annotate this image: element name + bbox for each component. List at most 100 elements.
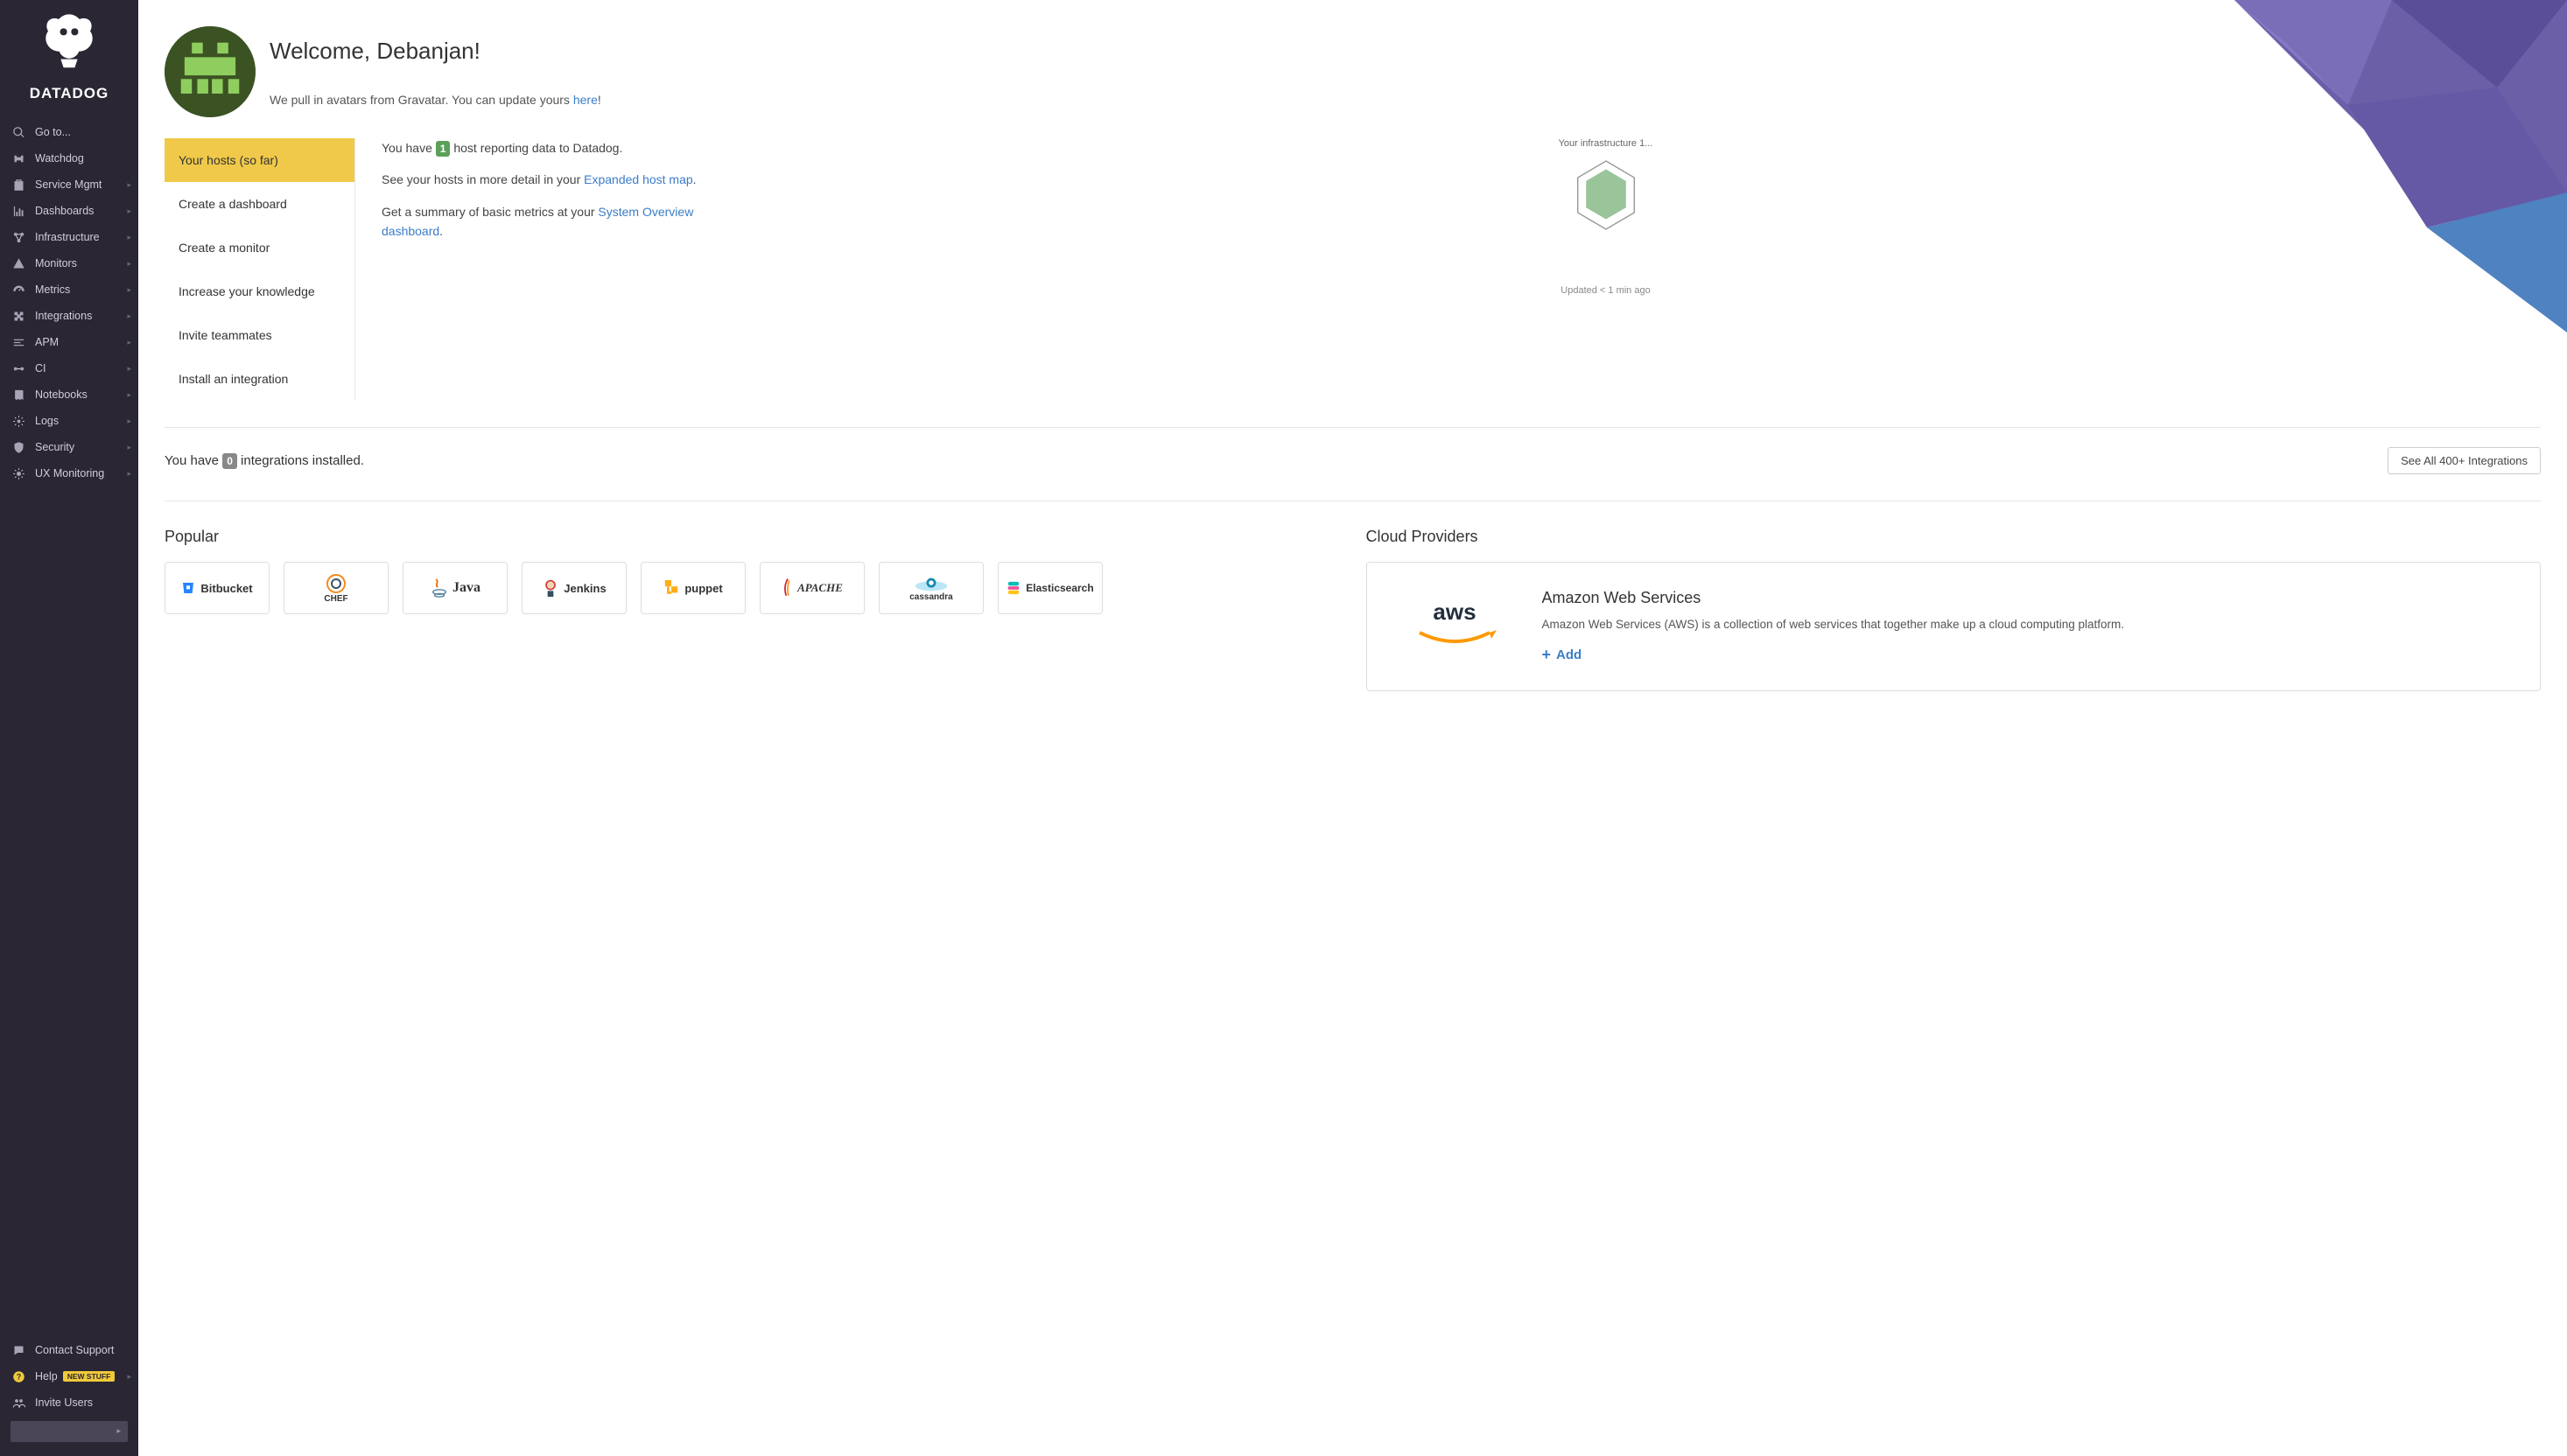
account-switcher[interactable]: ▸ [11,1421,128,1442]
integration-tile-elasticsearch[interactable]: Elasticsearch [998,562,1103,614]
onboard-item-0[interactable]: Your hosts (so far) [165,138,354,182]
integration-tile-bitbucket[interactable]: Bitbucket [165,562,270,614]
chevron-right-icon: ▸ [127,233,131,242]
nav-item-dashboards[interactable]: Dashboards ▸ [0,198,138,224]
chevron-right-icon: ▸ [127,364,131,374]
hexagon-icon [1573,158,1639,233]
nav-item-watchdog[interactable]: Watchdog [0,145,138,172]
users-icon [11,1395,26,1410]
integration-tile-jenkins[interactable]: Jenkins [522,562,627,614]
chevron-right-icon: ▸ [127,443,131,452]
chevron-right-icon: ▸ [127,180,131,190]
nav-item-ux-monitoring[interactable]: UX Monitoring ▸ [0,460,138,486]
cloud-provider-card: aws Amazon Web Services Amazon Web Servi… [1366,562,2542,691]
see-all-integrations-button[interactable]: See All 400+ Integrations [2388,447,2541,474]
nav-main: Go to... Watchdog Service Mgmt▸ Dashboards ▸… [0,116,138,1337]
welcome-subtitle: We pull in avatars from Gravatar. You ca… [270,93,601,107]
ux-icon [11,466,26,481]
nav-label: Watchdog [35,152,84,164]
alert-icon [11,256,26,271]
nav-item-help[interactable]: ?HelpNEW STUFF▸ [0,1363,138,1390]
nav-item-metrics[interactable]: Metrics▸ [0,276,138,303]
nav-label: Infrastructure [35,231,100,243]
integration-tile-apache[interactable]: APACHE [760,562,865,614]
onboard-item-2[interactable]: Create a monitor [165,226,354,270]
trace-icon [11,334,26,350]
integrations-columns: Popular BitbucketCHEFJavaJenkinspuppetAP… [165,528,2541,691]
nav-label: CI [35,362,46,374]
nav-item-service-mgmt[interactable]: Service Mgmt▸ [0,172,138,198]
separator [165,427,2541,428]
nav-label: Dashboards [35,205,94,217]
chevron-right-icon: ▸ [116,1426,121,1436]
nav-item-invite-users[interactable]: Invite Users [0,1390,138,1416]
gravatar-link[interactable]: here [573,93,598,107]
gauge-icon [11,282,26,298]
nav-item-infrastructure[interactable]: Infrastructure ▸ [0,224,138,250]
infrastructure-viz: Your infrastructure 1... Updated < 1 min… [697,138,2514,401]
nav-label: Go to... [35,126,71,138]
integration-tile-cassandra[interactable]: cassandra [879,562,984,614]
sidebar: DATADOG Go to...WatchdogService Mgmt▸Das… [0,0,138,1456]
avatar-icon [165,26,256,117]
nav-item-contact-support[interactable]: Contact Support [0,1337,138,1363]
onboard-item-1[interactable]: Create a dashboard [165,182,354,226]
chevron-right-icon: ▸ [127,390,131,400]
onboarding-text: You have 1 host reporting data to Datado… [382,138,697,401]
logo-area[interactable]: DATADOG [0,0,138,116]
nav-label: Logs [35,415,59,427]
chat-icon [11,1342,26,1358]
updated-text: Updated < 1 min ago [1561,285,1650,296]
chart-icon [11,203,26,219]
integration-tile-java[interactable]: Java [403,562,508,614]
brand-text: DATADOG [0,85,138,102]
cloud-heading: Cloud Providers [1366,528,2542,546]
integrations-summary-row: You have 0 integrations installed. See A… [165,447,2541,474]
nav-item-logs[interactable]: Logs ▸ [0,408,138,434]
add-integration-button[interactable]: + Add [1542,646,2125,664]
chevron-right-icon: ▸ [127,416,131,426]
nav-item-integrations[interactable]: Integrations ▸ [0,303,138,329]
chevron-right-icon: ▸ [127,469,131,479]
nav-item-notebooks[interactable]: Notebooks▸ [0,382,138,408]
plus-icon: + [1542,646,1552,664]
integration-tile-puppet[interactable]: puppet [641,562,746,614]
nav-item-security[interactable]: Security ▸ [0,434,138,460]
expanded-host-map-link[interactable]: Expanded host map [584,172,693,186]
onboarding-list: Your hosts (so far)Create a dashboardCre… [165,138,355,401]
onboarding-section: Your hosts (so far)Create a dashboardCre… [165,138,2541,401]
welcome-header: Welcome, Debanjan! We pull in avatars fr… [165,26,2541,117]
integrations-count-badge: 0 [222,453,237,469]
nav-label: Integrations [35,310,92,322]
nav-label: Monitors [35,257,77,270]
integrations-summary: You have 0 integrations installed. [165,453,364,469]
chevron-right-icon: ▸ [127,312,131,321]
nav-label: UX Monitoring [35,467,104,480]
nav-item-monitors[interactable]: Monitors ▸ [0,250,138,276]
nav-item-apm[interactable]: APM▸ [0,329,138,355]
host-hexagon[interactable] [1573,158,1639,233]
nav-item-ci[interactable]: CI ▸ [0,355,138,382]
nav-label: Security [35,441,74,453]
integration-tile-chef[interactable]: CHEF [284,562,389,614]
network-icon [11,229,26,245]
chevron-right-icon: ▸ [127,206,131,216]
new-stuff-badge: NEW STUFF [63,1371,116,1382]
cloud-info: Amazon Web Services Amazon Web Services … [1542,589,2125,664]
cloud-description: Amazon Web Services (AWS) is a collectio… [1542,616,2125,634]
binoculars-icon [11,150,26,166]
main-content: Welcome, Debanjan! We pull in avatars fr… [138,0,2567,1456]
aws-logo-icon: aws [1402,593,1507,654]
pipeline-icon [11,360,26,376]
popular-tiles: Bitbucket CHEF Java Jenkins puppet APACHE cass… [165,562,1340,614]
nav-label: Invite Users [35,1396,93,1409]
clipboard-icon [11,177,26,192]
onboard-item-5[interactable]: Install an integration [165,357,354,401]
onboard-item-4[interactable]: Invite teammates [165,313,354,357]
chevron-right-icon: ▸ [127,259,131,269]
search-icon [11,124,26,140]
onboard-item-3[interactable]: Increase your knowledge [165,270,354,313]
svg-text:aws: aws [1433,598,1476,625]
nav-item-go-to-[interactable]: Go to... [0,119,138,145]
cloud-column: Cloud Providers aws Amazon Web Services … [1366,528,2542,691]
